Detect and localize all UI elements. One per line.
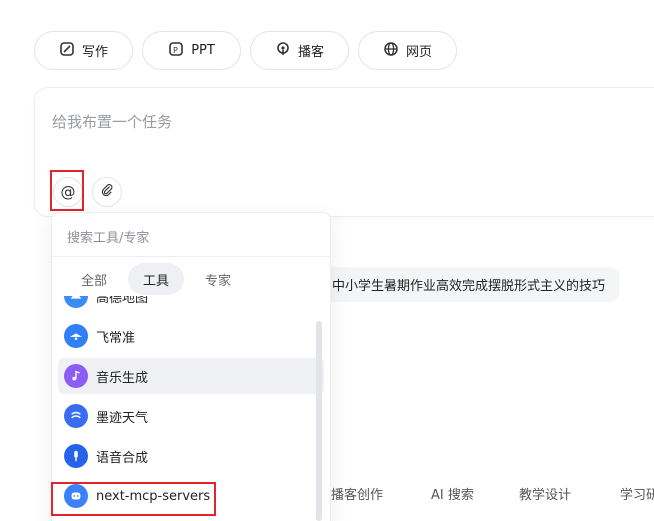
suggestion-chip[interactable]: 中小学生暑期作业高效完成摆脱形式主义的技巧 xyxy=(318,267,620,302)
plane-icon xyxy=(64,324,88,348)
highlight-frame-mention xyxy=(50,170,84,211)
paperclip-icon xyxy=(100,183,114,201)
tool-item-label: 音乐生成 xyxy=(96,370,149,386)
tool-item-tts[interactable]: 语音合成 xyxy=(58,438,324,474)
tab-experts[interactable]: 专家 xyxy=(190,263,246,295)
mode-podcast-label: 播客 xyxy=(297,45,324,60)
task-input[interactable]: 给我布置一个任务 xyxy=(52,111,172,132)
mode-write-button[interactable]: 写作 xyxy=(34,31,133,70)
mode-write-label: 写作 xyxy=(81,45,108,60)
task-input-card[interactable]: 给我布置一个任务 @ xyxy=(34,87,654,217)
category-study[interactable]: 学习研 xyxy=(620,484,654,503)
tool-item-music[interactable]: 音乐生成 xyxy=(58,358,324,394)
tool-search-input[interactable]: 搜索工具/专家 xyxy=(67,227,149,246)
category-podcast-creation[interactable]: 播客创作 xyxy=(331,484,383,503)
dropdown-divider xyxy=(52,256,330,257)
mode-podcast-button[interactable]: 播客 xyxy=(250,31,349,70)
ppt-icon: P xyxy=(168,41,184,61)
category-ai-search[interactable]: AI 搜索 xyxy=(431,484,474,503)
write-icon xyxy=(59,41,75,61)
microphone-icon xyxy=(64,444,88,468)
tool-item-label: 飞常准 xyxy=(96,330,136,346)
attach-button[interactable] xyxy=(92,177,122,207)
dropdown-tabs: 全部 工具 专家 xyxy=(66,263,246,295)
tool-item-amap[interactable]: 高德地图 xyxy=(58,296,324,314)
mode-web-label: 网页 xyxy=(405,45,432,60)
svg-text:P: P xyxy=(173,46,178,55)
tool-dropdown: 搜索工具/专家 全部 工具 专家 高德地图 飞常准 音乐生成 墨迹天气 语音合成… xyxy=(51,212,331,521)
weather-icon xyxy=(64,404,88,428)
page-root: 写作 P PPT 播客 网页 给我布置一个任务 @ 中小学生暑期作业高效完成摆脱… xyxy=(0,0,654,521)
dropdown-scrollbar[interactable] xyxy=(316,321,322,521)
tool-item-flight[interactable]: 飞常准 xyxy=(58,318,324,354)
tool-item-label: 高德地图 xyxy=(96,296,149,306)
tool-item-label: 语音合成 xyxy=(96,450,149,466)
tool-item-weather[interactable]: 墨迹天气 xyxy=(58,398,324,434)
tab-all[interactable]: 全部 xyxy=(66,263,122,295)
mode-pill-row: 写作 P PPT 播客 网页 xyxy=(34,31,457,70)
tab-tools[interactable]: 工具 xyxy=(128,263,185,295)
tool-item-label: 墨迹天气 xyxy=(96,410,149,426)
music-icon xyxy=(64,364,88,388)
globe-icon xyxy=(383,41,399,61)
mode-ppt-label: PPT xyxy=(191,43,215,58)
map-icon xyxy=(64,296,88,308)
podcast-icon xyxy=(275,41,291,61)
mode-web-button[interactable]: 网页 xyxy=(358,31,457,70)
category-teaching-design[interactable]: 教学设计 xyxy=(519,484,571,503)
highlight-frame-next-mcp-servers xyxy=(51,482,216,516)
mode-ppt-button[interactable]: P PPT xyxy=(142,31,241,70)
